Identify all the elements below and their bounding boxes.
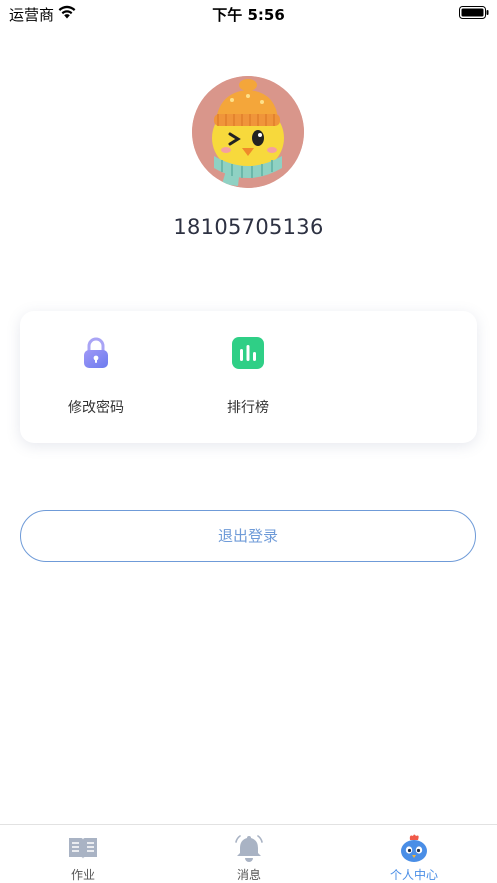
battery-icon <box>459 6 489 19</box>
logout-button[interactable]: 退出登录 <box>20 510 476 562</box>
status-time: 下午 5:56 <box>212 6 285 24</box>
user-phone: 18105705136 <box>173 215 324 239</box>
leaderboard-button[interactable]: 排行榜 <box>183 311 313 443</box>
tab-messages[interactable]: 消息 <box>166 825 332 883</box>
tab-profile-label: 个人中心 <box>389 868 438 882</box>
leaderboard-label: 排行榜 <box>227 400 269 416</box>
change-password-label: 修改密码 <box>68 400 124 416</box>
avatar[interactable] <box>192 76 304 188</box>
chick-avatar-icon <box>192 76 304 188</box>
mascot-icon <box>401 834 427 862</box>
tab-profile[interactable]: 个人中心 <box>331 825 497 883</box>
tab-homework[interactable]: 作业 <box>0 825 166 883</box>
status-bar: 运营商 下午 5:56 <box>0 0 497 26</box>
bell-icon <box>235 835 263 862</box>
lock-icon <box>84 337 108 368</box>
tab-homework-label: 作业 <box>70 868 95 882</box>
tab-bar: 作业 消息 个人中心 <box>0 824 497 883</box>
book-icon <box>69 838 97 859</box>
tab-messages-label: 消息 <box>236 868 261 882</box>
bar-chart-icon <box>232 337 264 369</box>
change-password-button[interactable]: 修改密码 <box>31 311 161 443</box>
menu-card: 修改密码 排行榜 <box>20 311 477 443</box>
